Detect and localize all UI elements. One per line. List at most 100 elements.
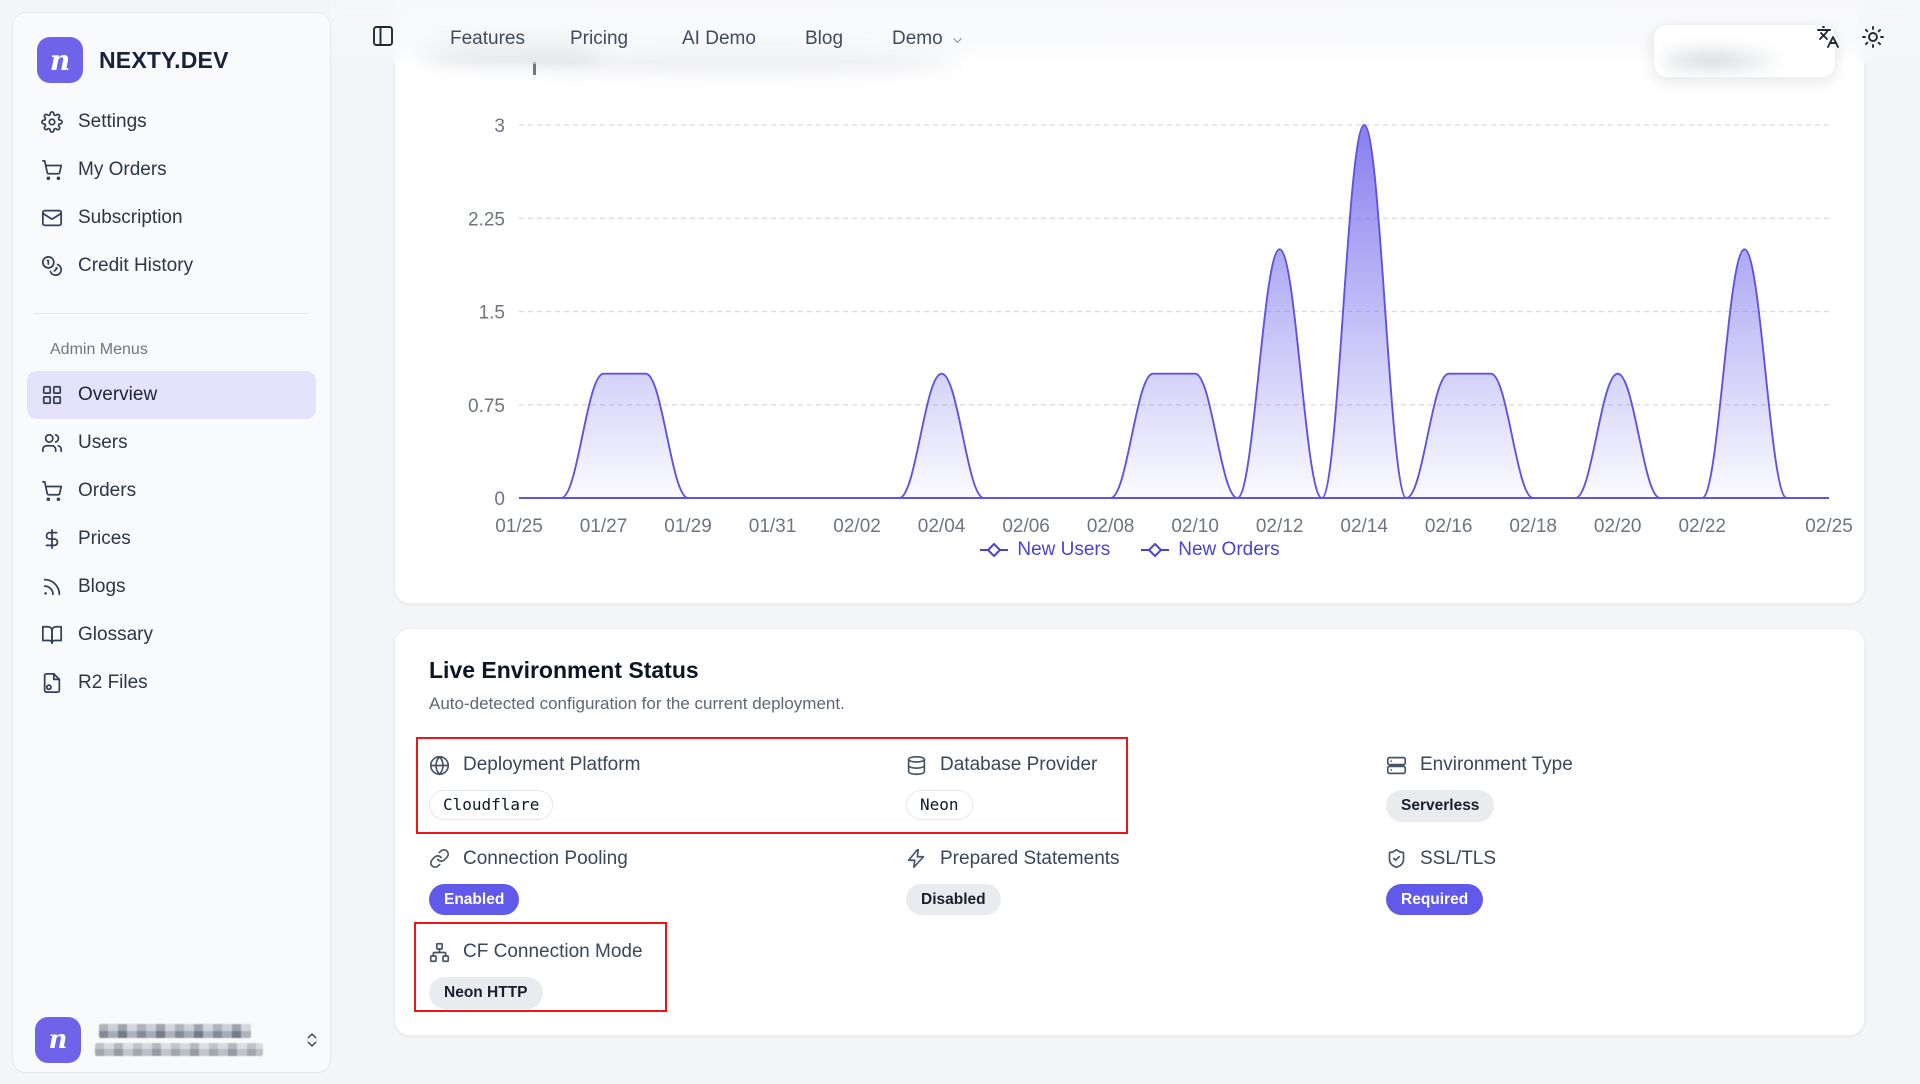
mail-icon	[41, 207, 63, 229]
database-icon	[906, 755, 927, 776]
panel-left-icon	[371, 24, 395, 48]
app-root: n NEXTY.DEV Settings My Orders Subscriptio…	[0, 0, 1920, 1084]
sidebar-item-subscription[interactable]: Subscription	[27, 194, 316, 242]
redacted-select-content	[1664, 43, 1784, 73]
coins-icon	[41, 255, 63, 277]
brand-block[interactable]: n NEXTY.DEV	[37, 37, 229, 83]
blurred-select-button[interactable]	[1653, 24, 1836, 78]
status-label: SSL/TLS	[1386, 848, 1496, 870]
y-axis-label: 0.75	[468, 396, 505, 417]
status-label: Deployment Platform	[429, 754, 640, 776]
status-value-badge: Neon	[906, 790, 973, 820]
language-button[interactable]	[1816, 25, 1842, 51]
sidebar-divider	[35, 313, 308, 314]
network-icon	[429, 942, 450, 963]
zap-icon	[906, 848, 927, 869]
sidebar-item-label: Overview	[78, 384, 157, 406]
sidebar: n NEXTY.DEV Settings My Orders Subscriptio…	[12, 12, 331, 1073]
x-axis-label: 02/06	[1002, 516, 1050, 537]
x-axis-label: 02/18	[1509, 516, 1557, 537]
status-cell-environment-type: Environment TypeServerless	[1386, 754, 1830, 822]
sidebar-item-label: Prices	[78, 528, 131, 550]
legend-label: New Orders	[1178, 539, 1279, 561]
sidebar-item-credit-history[interactable]: Credit History	[27, 242, 316, 290]
x-axis-label: 02/08	[1087, 516, 1135, 537]
sidebar-item-label: My Orders	[78, 159, 167, 181]
rss-icon	[41, 576, 63, 598]
x-axis-label: 01/29	[664, 516, 712, 537]
status-label-text: Prepared Statements	[940, 848, 1120, 870]
sidebar-item-prices[interactable]: Prices	[27, 515, 316, 563]
sidebar-item-overview[interactable]: Overview	[27, 371, 316, 419]
book-open-icon	[41, 624, 63, 646]
nav-dropdown-demo[interactable]: Demo	[888, 22, 969, 56]
x-axis-label: 02/04	[918, 516, 966, 537]
sidebar-item-settings[interactable]: Settings	[27, 98, 316, 146]
activity-chart-card: 00.751.52.25301/2501/2701/2901/3102/0202…	[394, 0, 1865, 604]
status-cell-deployment-platform: Deployment PlatformCloudflare	[429, 754, 906, 822]
legend-item-new-orders: New Orders	[1140, 539, 1279, 561]
x-axis-label: 02/16	[1425, 516, 1473, 537]
user-avatar: n	[35, 1017, 81, 1063]
gear-icon	[41, 111, 63, 133]
status-cell-ssl-tls: SSL/TLS Required	[1386, 848, 1830, 916]
legend-marker-icon	[979, 543, 1009, 557]
status-label-text: Connection Pooling	[463, 848, 628, 870]
sidebar-item-label: Subscription	[78, 207, 183, 229]
sidebar-item-glossary[interactable]: Glossary	[27, 611, 316, 659]
status-label-text: Deployment Platform	[463, 754, 640, 776]
language-icon	[1816, 25, 1840, 49]
status-label-text: Database Provider	[940, 754, 1097, 776]
sun-icon	[1861, 25, 1885, 49]
status-label-text: CF Connection Mode	[463, 941, 643, 963]
chart-legend: New Users New Orders	[395, 539, 1864, 561]
sidebar-item-label: Orders	[78, 480, 136, 502]
shopping-cart-icon	[41, 159, 63, 181]
nav-link-ai-demo[interactable]: AI Demo	[678, 22, 760, 56]
redacted-username	[99, 1024, 251, 1038]
legend-item-new-users: New Users	[979, 539, 1110, 561]
chevrons-up-down-icon	[303, 1031, 321, 1049]
status-value-badge: Required	[1386, 884, 1483, 916]
sidebar-item-blogs[interactable]: Blogs	[27, 563, 316, 611]
brand-name: NEXTY.DEV	[99, 47, 229, 74]
legend-label: New Users	[1017, 539, 1110, 561]
user-menu-button[interactable]: n	[35, 1009, 321, 1071]
status-label: Prepared Statements	[906, 848, 1120, 870]
redacted-email	[95, 1043, 263, 1056]
nav-link-pricing[interactable]: Pricing	[566, 22, 632, 56]
status-cell-cf-connection-mode: CF Connection Mode Neon HTTP	[429, 941, 906, 1009]
status-value-badge: Neon HTTP	[429, 977, 543, 1009]
sidebar-main-menu: Settings My Orders Subscription Credit Hist…	[27, 98, 316, 290]
x-axis-label: 02/14	[1340, 516, 1388, 537]
globe-icon	[429, 755, 450, 776]
status-grid: Deployment PlatformCloudflareDatabase Pr…	[429, 754, 1830, 1009]
users-icon	[41, 432, 63, 454]
sidebar-toggle-button[interactable]	[371, 24, 397, 50]
nav-link-blog[interactable]: Blog	[801, 22, 847, 56]
x-axis-label: 02/12	[1256, 516, 1304, 537]
status-cell-database-provider: Database Provider Neon	[906, 754, 1386, 822]
status-label-text: Environment Type	[1420, 754, 1573, 776]
sidebar-section-label: Admin Menus	[50, 341, 148, 359]
theme-toggle-button[interactable]	[1861, 25, 1887, 51]
sidebar-item-my-orders[interactable]: My Orders	[27, 146, 316, 194]
sidebar-item-r2-files[interactable]: R2 Files	[27, 659, 316, 707]
y-axis-label: 0	[494, 489, 505, 510]
status-value-badge: Disabled	[906, 884, 1001, 916]
status-label: CF Connection Mode	[429, 941, 643, 963]
sidebar-item-orders[interactable]: Orders	[27, 467, 316, 515]
status-value-badge: Enabled	[429, 884, 519, 916]
link-icon	[429, 848, 450, 869]
status-card-subtitle: Auto-detected configuration for the curr…	[429, 694, 1830, 714]
brand-logo-icon: n	[37, 37, 83, 83]
nav-link-features[interactable]: Features	[446, 22, 529, 56]
sidebar-item-users[interactable]: Users	[27, 419, 316, 467]
x-axis-label: 02/25	[1805, 516, 1853, 537]
sidebar-admin-menu: Overview Users Orders Prices BlogsGlossaryR2…	[27, 371, 316, 707]
x-axis-label: 02/10	[1171, 516, 1219, 537]
user-name-redacted	[99, 1024, 263, 1056]
x-axis-label: 01/25	[495, 516, 543, 537]
sidebar-item-label: Credit History	[78, 255, 193, 277]
sidebar-item-label: Users	[78, 432, 128, 454]
